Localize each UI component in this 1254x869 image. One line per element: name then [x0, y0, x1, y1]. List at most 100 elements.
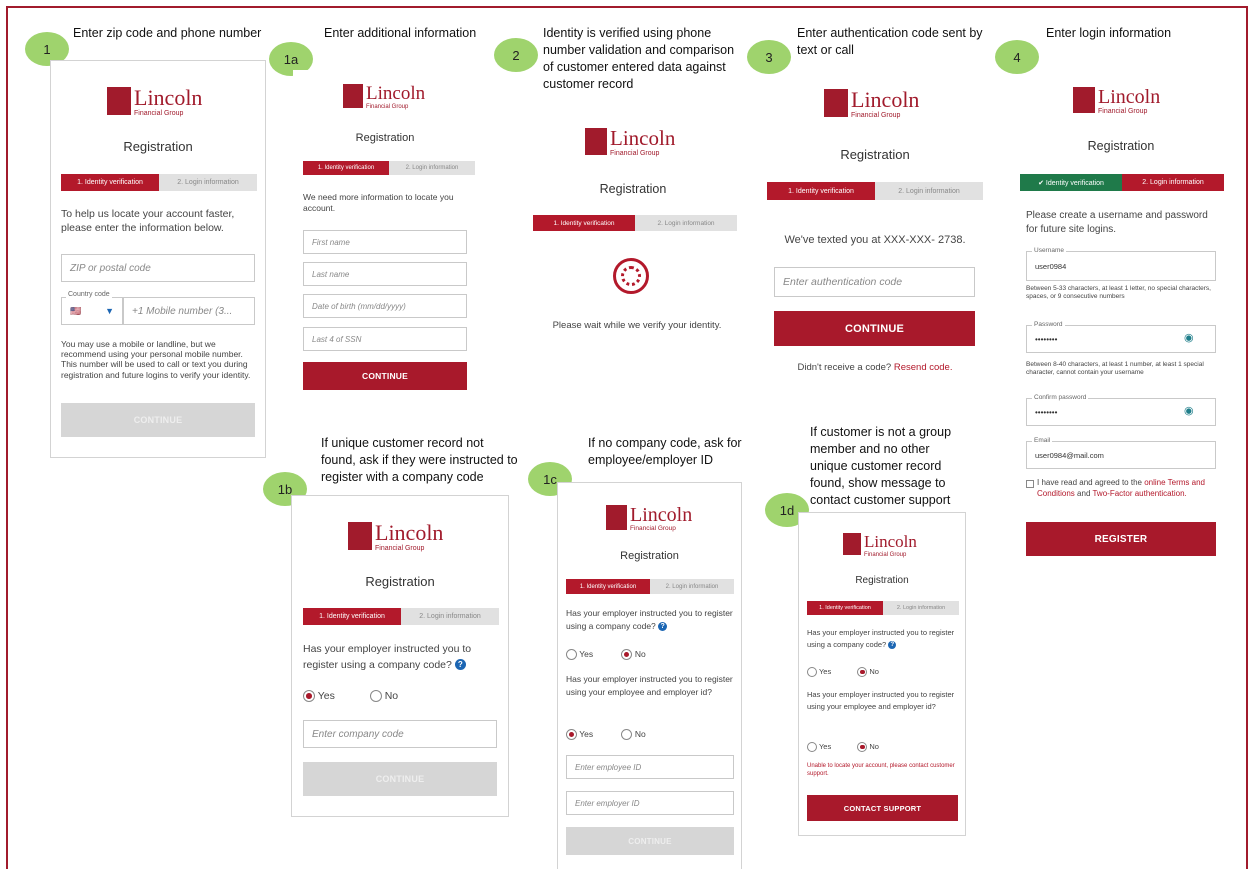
- continue-button[interactable]: CONTINUE: [61, 403, 255, 437]
- progress-steps: 1. Identity verification 2. Login inform…: [533, 215, 737, 231]
- two-factor-link[interactable]: Two-Factor authentication.: [1092, 489, 1186, 498]
- resend-code-link[interactable]: Resend code.: [894, 362, 953, 373]
- step-login: 2. Login information: [635, 215, 737, 231]
- lincoln-logo: Lincoln Financial Group: [606, 505, 692, 533]
- intro-text: Please create a username and password fo…: [1026, 210, 1208, 235]
- phone-note: You may use a mobile or landline, but we…: [61, 339, 251, 380]
- company-code-radios: Yes No: [807, 667, 879, 678]
- intro-text: To help us locate your account faster, p…: [61, 208, 235, 235]
- agree-text: I have read and agreed to the online Ter…: [1037, 478, 1205, 498]
- step-caption: Identity is verified using phone number …: [543, 26, 735, 91]
- employee-id-radios: Yes No: [566, 729, 646, 741]
- step-caption: If customer is not a group member and no…: [810, 425, 952, 507]
- screen-step-1: Lincoln Financial Group Registration 1. I…: [50, 60, 266, 458]
- country-code-label: Country code: [66, 291, 112, 298]
- screen-step-1a: Lincoln Financial Group Registration 1. I…: [293, 70, 477, 400]
- auth-code-input[interactable]: Enter authentication code: [774, 267, 975, 297]
- step-login: 2. Login information: [1122, 174, 1224, 191]
- continue-button[interactable]: CONTINUE: [774, 311, 975, 346]
- step-caption: Enter login information: [1046, 26, 1172, 40]
- wait-message: Please wait while we verify your identit…: [552, 320, 722, 331]
- lincoln-logo: Lincoln Financial Group: [1073, 87, 1160, 115]
- chevron-down-icon: ▼: [105, 306, 114, 316]
- texted-message: We've texted you at XXX-XXX- 2738.: [784, 234, 966, 246]
- page-title: Registration: [365, 574, 435, 589]
- continue-button[interactable]: CONTINUE: [566, 827, 734, 855]
- progress-steps: 1. Identity verification 2. Login inform…: [807, 601, 959, 615]
- no-radio[interactable]: [857, 742, 868, 753]
- country-select[interactable]: 🇺🇸 ▼: [61, 297, 123, 325]
- no-radio[interactable]: [857, 667, 868, 678]
- last-name-input[interactable]: Last name: [303, 262, 467, 286]
- progress-steps: 1. Identity verification 2. Login inform…: [566, 579, 734, 594]
- step-identity: 1. Identity verification: [533, 215, 635, 231]
- lincoln-logo: Lincoln Financial Group: [107, 87, 202, 117]
- no-radio[interactable]: [369, 690, 382, 703]
- phone-input[interactable]: +1 Mobile number (3...: [123, 297, 255, 325]
- username-input[interactable]: user0984: [1026, 251, 1216, 281]
- screen-step-1c: Lincoln Financial Group Registration 1. I…: [557, 482, 742, 869]
- employee-id-radios: Yes No: [807, 742, 879, 753]
- screen-step-3: Lincoln Financial Group Registration 1. I…: [762, 75, 988, 395]
- step-identity: 1. Identity verification: [566, 579, 650, 594]
- ssn-input[interactable]: Last 4 of SSN: [303, 327, 467, 351]
- page-title: Registration: [123, 139, 193, 154]
- page-title: Registration: [620, 550, 679, 562]
- loading-spinner-icon: [613, 258, 649, 294]
- step-login: 2. Login information: [883, 601, 959, 615]
- yes-radio[interactable]: [566, 649, 577, 661]
- no-radio[interactable]: [621, 649, 633, 661]
- company-code-question: Has your employer instructed you to regi…: [303, 643, 472, 671]
- resend-row: Didn't receive a code? Resend code.: [762, 362, 988, 375]
- step-login: 2. Login information: [401, 608, 499, 625]
- page-title: Registration: [355, 132, 415, 144]
- yes-radio[interactable]: [566, 729, 577, 741]
- step-identity: 1. Identity verification: [807, 601, 883, 615]
- page-title: Registration: [855, 575, 909, 586]
- employee-id-input[interactable]: Enter employee ID: [566, 755, 734, 779]
- no-code-text: Didn't receive a code?: [797, 362, 892, 373]
- page-title: Registration: [1087, 139, 1155, 153]
- zip-input[interactable]: ZIP or postal code: [61, 254, 255, 282]
- step-login: 2. Login information: [650, 579, 734, 594]
- company-code-input[interactable]: Enter company code: [303, 720, 497, 748]
- step-caption: Enter zip code and phone number: [73, 26, 262, 40]
- progress-steps: 1. Identity verification 2. Login inform…: [767, 182, 983, 200]
- progress-steps: 1. Identity verification 2. Login inform…: [61, 174, 257, 191]
- company-code-question: Has your employer instructed you to regi…: [807, 628, 955, 650]
- yes-radio[interactable]: [303, 690, 315, 703]
- help-icon[interactable]: ?: [888, 641, 897, 650]
- step-identity: 1. Identity verification: [303, 608, 401, 625]
- employee-id-question: Has your employer instructed you to regi…: [566, 674, 733, 698]
- continue-button[interactable]: CONTINUE: [303, 762, 497, 796]
- email-label: Email: [1032, 437, 1053, 444]
- yes-radio[interactable]: [807, 667, 817, 678]
- yes-radio[interactable]: [807, 742, 817, 753]
- password-label: Password: [1032, 321, 1065, 328]
- step-badge: 2: [494, 38, 538, 72]
- page-title: Registration: [599, 182, 667, 196]
- email-input[interactable]: user0984@mail.com: [1026, 441, 1216, 469]
- first-name-input[interactable]: First name: [303, 230, 467, 254]
- help-icon[interactable]: ?: [454, 659, 466, 671]
- step-identity: 1. Identity verification: [303, 161, 389, 175]
- no-radio[interactable]: [621, 729, 633, 741]
- company-code-radios: Yes No: [566, 649, 646, 661]
- dob-input[interactable]: Date of birth (mm/dd/yyyy): [303, 294, 467, 318]
- continue-button[interactable]: CONTINUE: [303, 362, 467, 390]
- employer-id-input[interactable]: Enter employer ID: [566, 791, 734, 815]
- eye-icon[interactable]: ◉: [1184, 404, 1194, 417]
- password-hint: Between 8-40 characters, at least 1 numb…: [1026, 361, 1204, 377]
- screen-step-2: Lincoln Financial Group Registration 1. I…: [527, 110, 739, 370]
- lincoln-logo: Lincoln Financial Group: [585, 128, 675, 157]
- register-button[interactable]: REGISTER: [1026, 522, 1216, 556]
- agree-checkbox[interactable]: [1026, 480, 1034, 488]
- help-icon[interactable]: ?: [658, 622, 668, 632]
- progress-steps: 1. Identity verification 2. Login inform…: [303, 608, 499, 625]
- company-code-radios: Yes No: [303, 689, 398, 703]
- step-badge: 3: [747, 40, 791, 74]
- contact-support-button[interactable]: CONTACT SUPPORT: [807, 795, 958, 821]
- eye-icon[interactable]: ◉: [1184, 331, 1194, 344]
- employee-id-question: Has your employer instructed you to regi…: [807, 690, 955, 711]
- screen-step-1d: Lincoln Financial Group Registration 1. I…: [798, 512, 966, 836]
